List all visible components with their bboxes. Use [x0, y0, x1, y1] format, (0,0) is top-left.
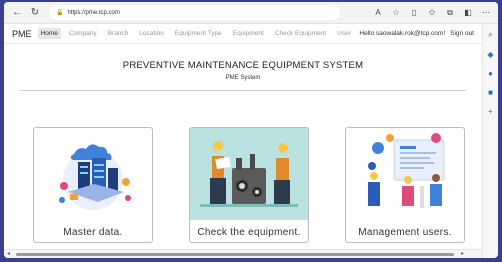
- page-subtitle: PME System: [225, 75, 261, 81]
- shopping-icon[interactable]: ●: [488, 69, 493, 78]
- page-title: PREVENTIVE MAINTENANCE EQUIPMENT SYSTEM: [122, 60, 364, 71]
- favorite-icon[interactable]: ☆: [390, 8, 402, 17]
- signout-link[interactable]: Sign out: [450, 30, 474, 37]
- app-navbar: PME Home Company Branch Location Equipme…: [4, 24, 482, 44]
- card-master-data[interactable]: Master data.: [33, 127, 153, 243]
- back-icon[interactable]: ←: [10, 6, 24, 20]
- nav-home[interactable]: Home: [37, 28, 61, 39]
- scroll-thumb[interactable]: [16, 253, 454, 256]
- brand-logo[interactable]: PME: [12, 29, 32, 39]
- nav-equipment[interactable]: Equipment: [230, 28, 267, 39]
- outlook-icon[interactable]: ■: [488, 88, 493, 97]
- search-icon[interactable]: ⌕: [488, 30, 492, 40]
- collections-icon[interactable]: ⧉: [444, 8, 456, 18]
- card-label: Master data.: [63, 227, 123, 238]
- main-content: PREVENTIVE MAINTENANCE EQUIPMENT SYSTEM …: [4, 44, 482, 248]
- nav-location[interactable]: Location: [136, 28, 167, 39]
- server-cloud-illustration-icon: [59, 144, 131, 210]
- browser-sidebar: ⌕ ◆ ● ■ +: [482, 24, 498, 258]
- add-icon[interactable]: +: [488, 107, 493, 116]
- card-check-equipment[interactable]: Check the equipment.: [189, 127, 309, 243]
- nav-check-equipment[interactable]: Check Equipment: [272, 28, 329, 39]
- url-text: https://pme.tcp.com: [67, 9, 120, 16]
- nav-branch[interactable]: Branch: [105, 28, 132, 39]
- nav-user[interactable]: User: [334, 28, 354, 39]
- card-label: Check the equipment.: [197, 227, 301, 238]
- browser-window: ← ↻ 🔒 https://pme.tcp.com A ☆ ▯ ✩ ⧉ ◧ ⋯ …: [4, 2, 498, 258]
- more-icon[interactable]: ⋯: [480, 8, 492, 17]
- address-bar[interactable]: 🔒 https://pme.tcp.com: [50, 5, 340, 20]
- extensions-icon[interactable]: ◧: [462, 8, 474, 17]
- nav-equipment-type[interactable]: Equipment Type: [172, 28, 225, 39]
- refresh-icon[interactable]: ↻: [28, 6, 42, 20]
- card-label: Management users.: [358, 227, 452, 238]
- scroll-left-icon[interactable]: ◂: [7, 250, 10, 257]
- card-management-users[interactable]: Management users.: [345, 127, 465, 243]
- lock-icon: 🔒: [56, 10, 64, 16]
- read-aloud-icon[interactable]: A: [372, 8, 384, 17]
- favorites-bar-icon[interactable]: ✩: [426, 8, 438, 17]
- horizontal-scrollbar[interactable]: ◂ ▸: [4, 249, 482, 258]
- user-greeting[interactable]: Hello saowalak.rok@tcp.com!: [359, 30, 445, 37]
- browser-toolbar: ← ↻ 🔒 https://pme.tcp.com A ☆ ▯ ✩ ⧉ ◧ ⋯: [4, 2, 498, 24]
- scroll-right-icon[interactable]: ▸: [461, 250, 464, 257]
- split-screen-icon[interactable]: ▯: [408, 8, 420, 17]
- divider: [20, 90, 466, 91]
- nav-company[interactable]: Company: [66, 28, 100, 39]
- tag-icon[interactable]: ◆: [487, 50, 493, 59]
- engineers-machine-illustration-icon: [190, 128, 308, 220]
- team-dashboard-illustration-icon: [368, 133, 445, 208]
